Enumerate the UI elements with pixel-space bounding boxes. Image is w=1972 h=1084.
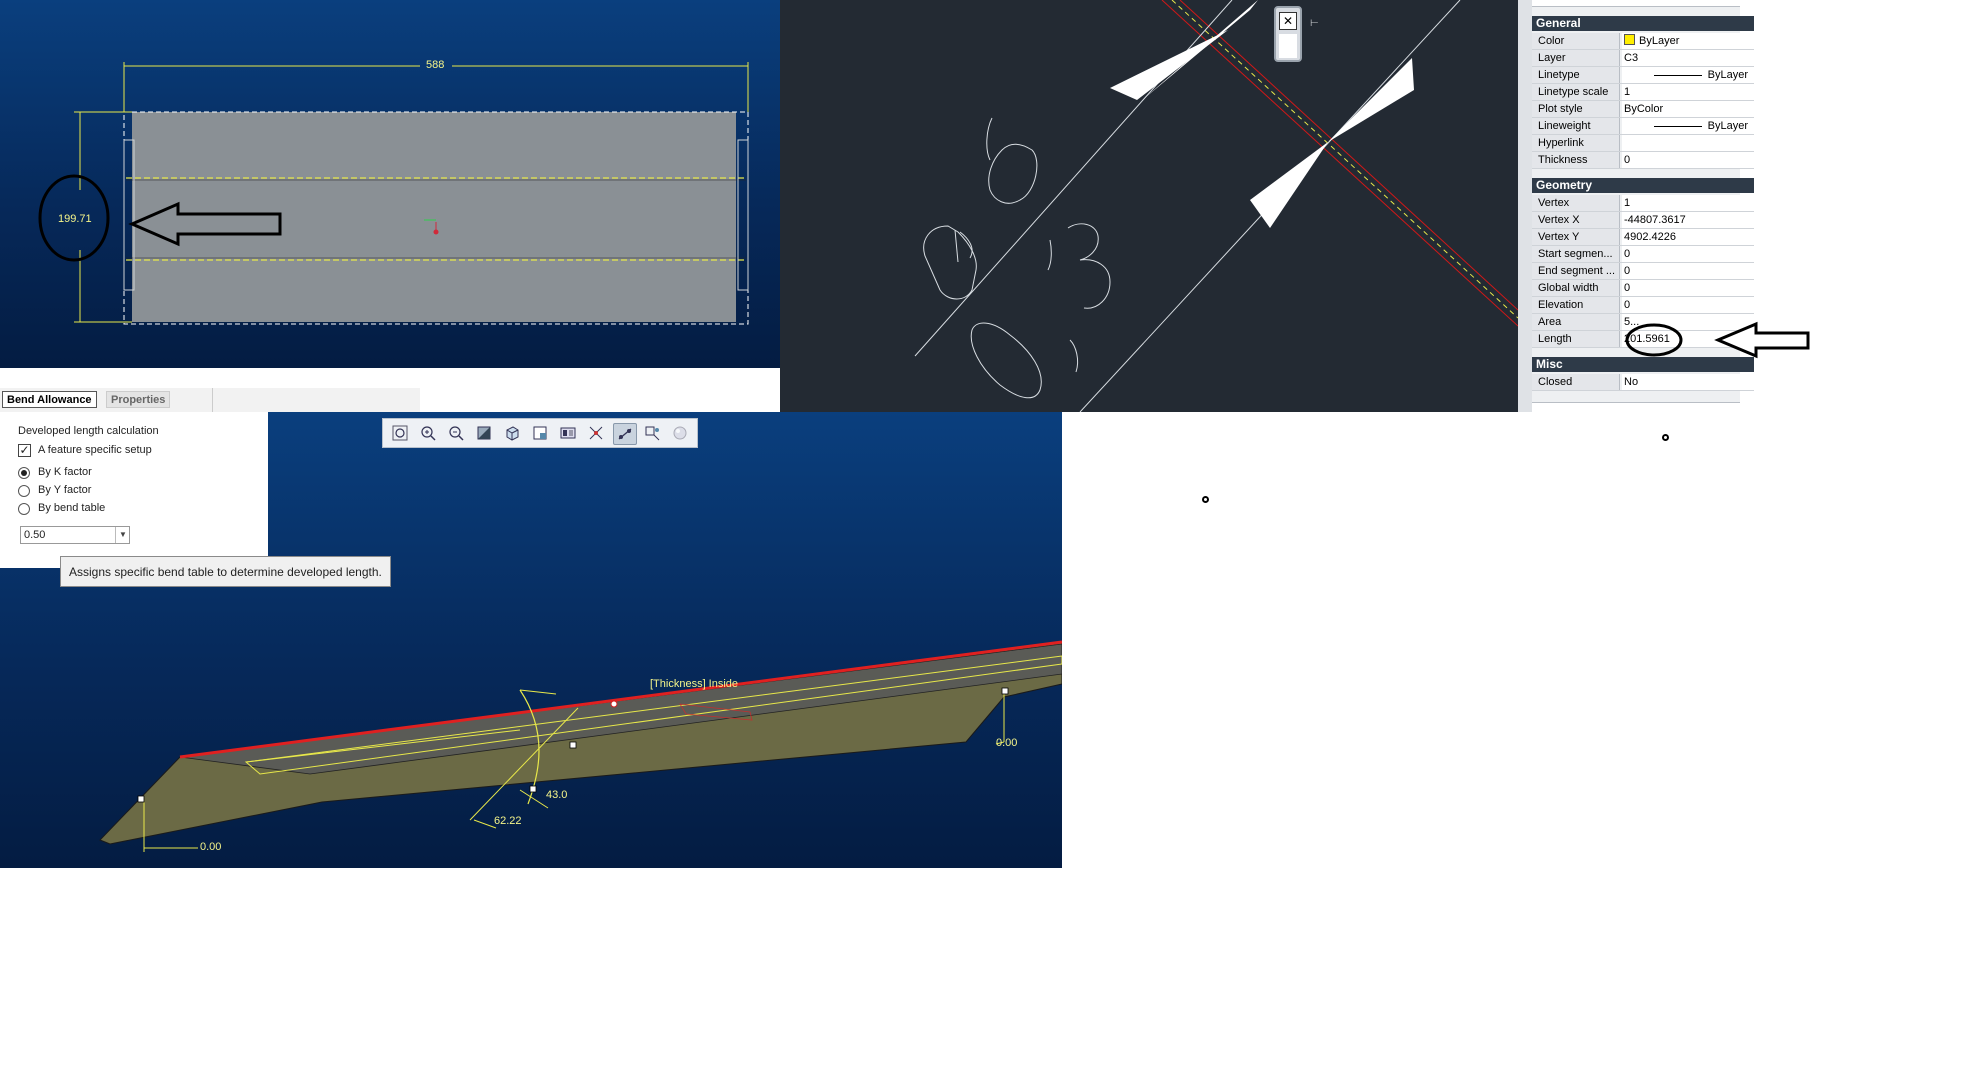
developed-length-heading: Developed length calculation [18, 425, 159, 437]
view-cube-icon[interactable] [501, 423, 523, 443]
section-geometry[interactable]: Geometry [1532, 178, 1754, 193]
crosshair-icon: ⊢ [1310, 18, 1319, 29]
prop-row-color[interactable]: Color ByLayer [1532, 33, 1754, 50]
palette-top-field[interactable] [1532, 0, 1740, 7]
tab-divider [212, 388, 213, 412]
length-annotation [1625, 321, 1810, 359]
bend-allowance-panel: Developed length calculation ✓ A feature… [0, 412, 268, 568]
radio-y-factor-label: By Y factor [38, 484, 92, 496]
stray-dot [1662, 434, 1669, 441]
red-edge-line-2 [1161, 0, 1518, 327]
annotation-display-icon[interactable] [613, 423, 637, 445]
saved-views-icon[interactable] [529, 423, 551, 443]
height-dimension-label: 199.71 [58, 213, 92, 225]
prop-row-vertex[interactable]: Vertex 1 [1532, 195, 1754, 212]
left-offset-label: 0.00 [200, 841, 222, 853]
prop-row-global-width[interactable]: Global width 0 [1532, 280, 1754, 297]
viewport-scroll-area [1279, 34, 1297, 58]
section-general[interactable]: General [1532, 16, 1754, 31]
chevron-down-icon[interactable]: ▼ [115, 527, 130, 543]
palette-gutter [1518, 0, 1532, 412]
red-edge-line-1 [1179, 0, 1518, 311]
radio-k-factor[interactable] [18, 467, 30, 479]
radio-k-factor-label: By K factor [38, 466, 92, 478]
angle-dimension-label: 43.0 [546, 789, 568, 801]
prop-row-plot-style[interactable]: Plot style ByColor [1532, 101, 1754, 118]
feature-setup-checkbox[interactable]: ✓ [18, 444, 31, 457]
prop-row-layer[interactable]: Layer C3 [1532, 50, 1754, 67]
shading-icon[interactable] [473, 423, 495, 443]
zoom-out-icon[interactable] [445, 423, 467, 443]
bend-table-tooltip: Assigns specific bend table to determine… [60, 556, 391, 587]
prop-row-elevation[interactable]: Elevation 0 [1532, 297, 1754, 314]
lineweight-sample-icon [1653, 125, 1702, 127]
radius-dimension-label: 62.22 [494, 815, 522, 827]
prop-row-linetype-scale[interactable]: Linetype scale 1 [1532, 84, 1754, 101]
datum-display-icon[interactable] [585, 423, 607, 443]
zoom-fit-icon[interactable] [389, 423, 411, 443]
tab-properties[interactable]: Properties [106, 391, 171, 408]
display-style-icon[interactable] [557, 423, 579, 443]
stray-dot [1202, 496, 1209, 503]
prop-row-closed[interactable]: Closed No [1532, 374, 1754, 391]
dialog-tab-strip: Bend Allowance Properties [0, 388, 420, 413]
linetype-sample-icon [1653, 74, 1702, 76]
close-icon[interactable]: ✕ [1279, 12, 1297, 30]
prop-row-end-segment[interactable]: End segment ... 0 [1532, 263, 1754, 280]
color-swatch-icon [1624, 34, 1635, 45]
prop-row-vertex-y[interactable]: Vertex Y 4902.4226 [1532, 229, 1754, 246]
radio-bend-table-label: By bend table [38, 502, 106, 514]
width-dimension-label: 588 [426, 59, 445, 71]
thickness-dimension-label: [Thickness] Inside [650, 678, 739, 690]
radio-y-factor[interactable] [18, 485, 30, 497]
palette-bottom-field [1532, 402, 1740, 413]
spin-center-icon[interactable] [641, 423, 663, 443]
yellow-center-line [1171, 0, 1518, 319]
viewport-close-widget[interactable]: ✕ [1274, 6, 1302, 62]
radio-bend-table[interactable] [18, 503, 30, 515]
prop-row-start-segment[interactable]: Start segmen... 0 [1532, 246, 1754, 263]
zoom-in-icon[interactable] [417, 423, 439, 443]
view-toolbar [382, 418, 698, 448]
annotation-arrow-left [1714, 321, 1810, 359]
prop-row-lineweight[interactable]: Lineweight ByLayer [1532, 118, 1754, 135]
right-offset-label: 0.00 [996, 737, 1018, 749]
feature-setup-label: A feature specific setup [38, 444, 152, 456]
prop-row-linetype[interactable]: Linetype ByLayer [1532, 67, 1754, 84]
flat-pattern-viewport[interactable]: 588 199.71 [0, 0, 780, 368]
cad-drawing-viewport[interactable]: ✕ ⊢ [780, 0, 1518, 412]
factor-value: 0.50 [24, 529, 46, 541]
prop-row-vertex-x[interactable]: Vertex X -44807.3617 [1532, 212, 1754, 229]
annotation-circle [1625, 323, 1683, 357]
tab-bend-allowance[interactable]: Bend Allowance [2, 391, 97, 408]
prop-row-thickness[interactable]: Thickness 0 [1532, 152, 1754, 169]
factor-value-combobox[interactable]: 0.50 ▼ [20, 526, 130, 544]
prop-row-hyperlink[interactable]: Hyperlink [1532, 135, 1754, 152]
appearance-icon[interactable] [669, 423, 691, 443]
